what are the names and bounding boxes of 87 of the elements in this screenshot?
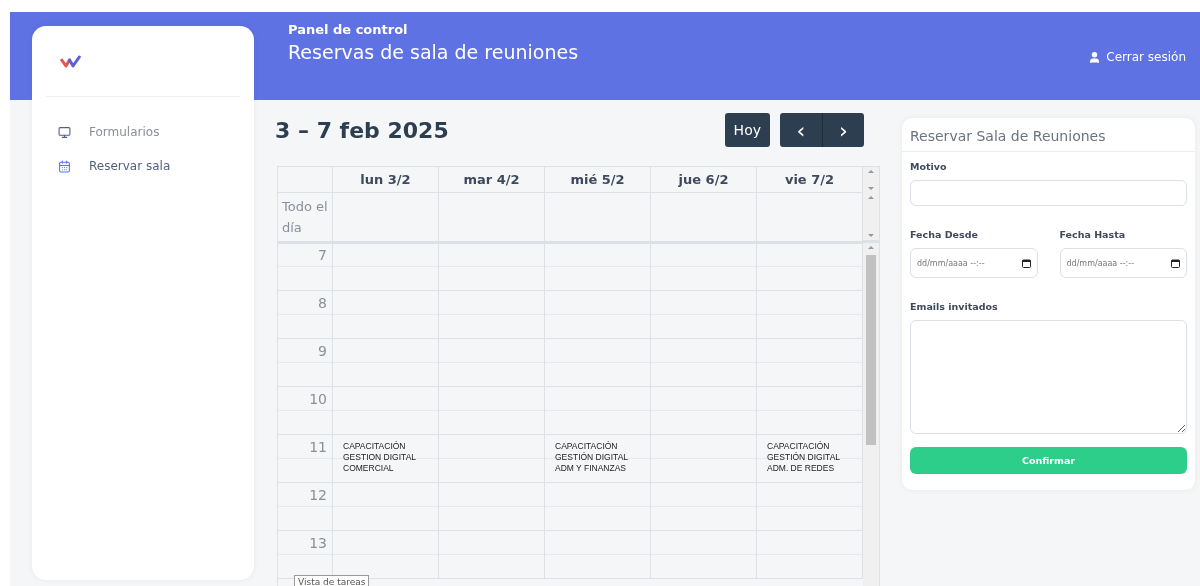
- card-title: Reservar Sala de Reuniones: [902, 118, 1195, 152]
- time-slot[interactable]: [757, 243, 863, 291]
- previous-button[interactable]: ‹: [780, 113, 822, 147]
- calendar-event[interactable]: CAPACITACIÓN GESTIÓN DIGITAL ADM. DE REDES: [767, 441, 862, 474]
- time-slot[interactable]: [651, 387, 757, 435]
- date-field[interactable]: dd/mm/aaaa --:--: [1059, 248, 1187, 278]
- sidebar-item[interactable]: Reservar sala: [58, 159, 254, 173]
- today-button[interactable]: Hoy: [724, 113, 770, 147]
- calendar-icon: [1021, 258, 1031, 268]
- field-label: Fecha Desde: [910, 229, 979, 240]
- tooltip: Vista de tareas: [294, 575, 370, 586]
- date-field[interactable]: dd/mm/aaaa --:--: [910, 248, 1038, 278]
- time-slot[interactable]: [757, 339, 863, 387]
- time-slot[interactable]: [651, 291, 757, 339]
- time-slot[interactable]: [757, 531, 863, 579]
- time-slot[interactable]: [545, 531, 651, 579]
- all-day-cell[interactable]: [333, 193, 439, 244]
- scrollbar-thumb[interactable]: [866, 255, 876, 445]
- time-slot[interactable]: [651, 339, 757, 387]
- scroll-down-icon[interactable]: [868, 187, 874, 190]
- scroll-up-icon[interactable]: [868, 196, 874, 199]
- day-header: lun 3/2: [333, 167, 439, 193]
- scrollbar[interactable]: [863, 243, 879, 586]
- day-header: mié 5/2: [545, 167, 651, 193]
- time-slot[interactable]: [545, 339, 651, 387]
- time-slot[interactable]: CAPACITACIÓN GESTION DIGITAL COMERCIAL: [333, 435, 439, 483]
- time-slot[interactable]: [333, 483, 439, 531]
- time-slot[interactable]: [439, 243, 545, 291]
- all-day-cell[interactable]: [651, 193, 757, 244]
- time-slot[interactable]: [333, 339, 439, 387]
- hour-label: 11: [278, 435, 333, 483]
- hour-label: 9: [278, 339, 333, 387]
- time-slot[interactable]: [439, 483, 545, 531]
- emails-field[interactable]: [910, 320, 1187, 434]
- time-slot[interactable]: [757, 483, 863, 531]
- scroll-up-icon[interactable]: [868, 170, 874, 173]
- next-button[interactable]: ›: [822, 113, 864, 147]
- all-day-cell[interactable]: [545, 193, 651, 244]
- time-slot[interactable]: [333, 387, 439, 435]
- time-slot[interactable]: [439, 387, 545, 435]
- scrollbar[interactable]: [863, 193, 879, 243]
- time-slot[interactable]: [651, 243, 757, 291]
- monitor-icon: [58, 125, 71, 139]
- logo-icon: [60, 54, 82, 68]
- hour-label: 10: [278, 387, 333, 435]
- hour-label: 7: [278, 243, 333, 291]
- time-slot[interactable]: CAPACITACIÓN GESTIÓN DIGITAL ADM. DE REDES: [757, 435, 863, 483]
- time-slot[interactable]: [333, 243, 439, 291]
- hour-label: 8: [278, 291, 333, 339]
- time-slot[interactable]: [333, 291, 439, 339]
- all-day-cell[interactable]: [439, 193, 545, 244]
- header-subtitle: Panel de control: [288, 22, 409, 37]
- time-slot[interactable]: [333, 531, 439, 579]
- time-slot[interactable]: [545, 483, 651, 531]
- scroll-up-icon[interactable]: [868, 246, 874, 249]
- field-label: Motivo: [910, 161, 948, 172]
- time-slot[interactable]: [545, 243, 651, 291]
- all-day-label: Todo el día: [278, 193, 333, 244]
- time-slot[interactable]: [545, 387, 651, 435]
- hour-label: 13: [278, 531, 333, 579]
- page-title: Reservas de sala de reuniones: [288, 41, 579, 63]
- time-slot[interactable]: [439, 435, 545, 483]
- calendar-icon: [1171, 258, 1180, 268]
- scroll-down-icon[interactable]: [868, 234, 874, 237]
- date-range: 3 – 7 feb 2025: [275, 117, 449, 143]
- field-label: Fecha Hasta: [1059, 229, 1127, 240]
- time-slot[interactable]: CAPACITACIÓN GESTIÓN DIGITAL ADM Y FINANZAS: [545, 435, 651, 483]
- field-label: Emails invitados: [910, 301, 999, 312]
- calendar-icon: [58, 159, 71, 173]
- time-slot[interactable]: [545, 291, 651, 339]
- hour-label: 12: [278, 483, 333, 531]
- logout-link[interactable]: Cerrar sesión: [1088, 50, 1186, 64]
- time-slot[interactable]: [651, 483, 757, 531]
- time-slot[interactable]: [439, 339, 545, 387]
- time-slot[interactable]: [757, 387, 863, 435]
- time-slot[interactable]: [651, 435, 757, 483]
- time-slot[interactable]: [439, 291, 545, 339]
- scrollbar[interactable]: [863, 167, 879, 193]
- time-slot[interactable]: [757, 291, 863, 339]
- user-icon: [1088, 50, 1102, 64]
- day-header: mar 4/2: [439, 167, 545, 193]
- calendar-event[interactable]: CAPACITACIÓN GESTION DIGITAL COMERCIAL: [343, 441, 438, 474]
- motivo-field[interactable]: [910, 180, 1187, 206]
- day-header: jue 6/2: [651, 167, 757, 193]
- calendar-event[interactable]: CAPACITACIÓN GESTIÓN DIGITAL ADM Y FINANZAS: [555, 441, 650, 474]
- time-slot[interactable]: [439, 531, 545, 579]
- time-slot[interactable]: [651, 531, 757, 579]
